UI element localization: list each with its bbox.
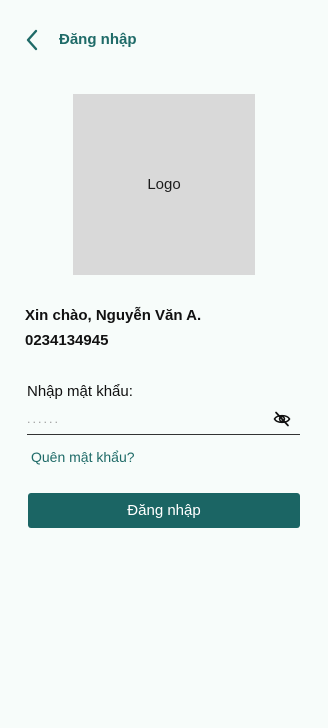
logo-text: Logo	[147, 176, 181, 193]
password-input[interactable]	[27, 413, 263, 426]
password-field	[27, 407, 300, 435]
greeting-text: Xin chào, Nguyễn Văn A.	[25, 307, 202, 324]
logo-placeholder: Logo	[73, 94, 255, 275]
chevron-left-icon	[26, 29, 38, 51]
password-label: Nhập mật khẩu:	[27, 383, 133, 400]
toggle-password-visibility-button[interactable]	[272, 409, 292, 429]
eye-slash-icon	[273, 411, 291, 427]
phone-number: 0234134945	[25, 332, 109, 349]
forgot-password-link[interactable]: Quên mật khẩu?	[31, 449, 135, 465]
login-button[interactable]: Đăng nhập	[28, 493, 300, 528]
back-button[interactable]	[18, 26, 46, 54]
app-header: Đăng nhập	[0, 0, 328, 80]
page-title: Đăng nhập	[59, 31, 137, 48]
